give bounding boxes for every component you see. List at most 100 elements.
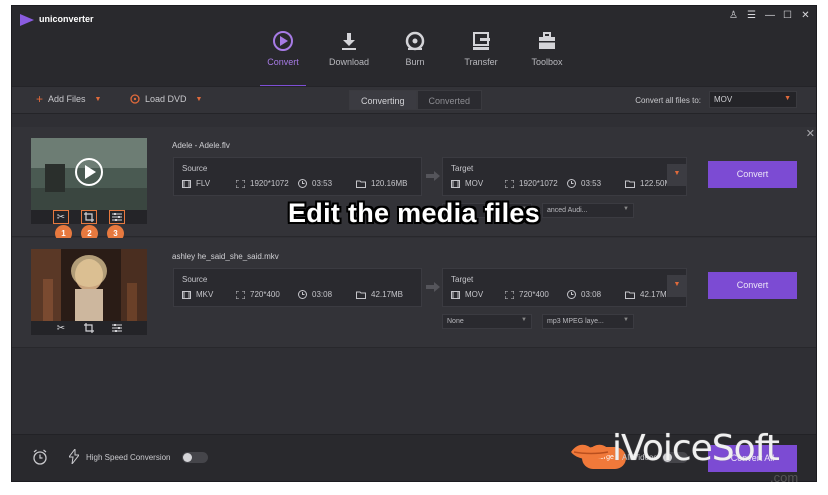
target-format-dropdown[interactable]: ▼: [667, 275, 687, 297]
target-meta: MOV 720*400 03:08 42.17MB: [451, 290, 672, 299]
minimize-button[interactable]: —: [765, 10, 775, 21]
film-icon: [182, 290, 191, 299]
resolution-icon: [236, 179, 245, 188]
source-meta: MKV 720*400 03:08 42.17MB: [182, 290, 403, 299]
chevron-down-icon: ▼: [94, 95, 102, 103]
add-files-label: Add Files: [48, 94, 86, 104]
chevron-down-icon: ▼: [521, 317, 527, 323]
arrow-right-icon: [426, 171, 440, 181]
clock-icon: [567, 290, 576, 299]
sliders-icon: [112, 324, 122, 332]
clock-icon: [567, 179, 576, 188]
download-icon: [342, 33, 356, 50]
app-logo-icon: [20, 14, 34, 26]
edit-tools: ✂: [31, 321, 147, 335]
clock-icon: [298, 290, 307, 299]
convert-button[interactable]: Convert: [708, 272, 797, 299]
high-speed-conversion-label: High Speed Conversion: [86, 453, 171, 462]
subtitle-select[interactable]: None ▼: [442, 314, 532, 329]
source-info: Source FLV 1920*1072 03:53 120.16MB: [173, 157, 422, 196]
target-info[interactable]: Target MOV 1920*1072 03:53 122.50MB: [442, 157, 687, 196]
audio-track-value: mp3 MPEG laye...: [547, 318, 604, 325]
folder-icon: [625, 291, 635, 299]
output-format-select[interactable]: MOV ▼: [709, 91, 797, 108]
maximize-button[interactable]: ☐: [783, 10, 792, 21]
plus-icon: +: [36, 91, 44, 106]
toolbar: + Add Files ▼ Load DVD ▼ Converting Conv…: [12, 86, 816, 114]
app-window: uniconverter ♙ ☰ — ☐ ✕ Convert Download …: [11, 5, 817, 482]
tab-toolbox[interactable]: Toolbox: [514, 26, 580, 86]
folder-icon: [356, 180, 366, 188]
source-label: Source: [182, 164, 208, 173]
tab-converting[interactable]: Converting: [349, 90, 417, 110]
tab-transfer-label: Transfer: [464, 57, 498, 67]
load-dvd-label: Load DVD: [145, 94, 187, 104]
tab-burn[interactable]: Burn: [382, 26, 448, 86]
target-duration: 03:53: [581, 179, 602, 188]
source-size: 120.16MB: [371, 179, 408, 188]
source-resolution: 1920*1072: [250, 179, 289, 188]
overlay-caption: Edit the media files: [287, 198, 541, 228]
tab-convert[interactable]: Convert: [250, 26, 316, 87]
target-duration: 03:08: [581, 290, 602, 299]
lips-logo-icon: [571, 444, 611, 460]
audio-track-select[interactable]: mp3 MPEG laye... ▼: [542, 314, 634, 329]
trim-button[interactable]: ✂: [53, 321, 69, 335]
folder-icon: [625, 180, 635, 188]
chevron-down-icon: ▼: [623, 317, 629, 323]
resolution-icon: [236, 290, 245, 299]
film-icon: [182, 179, 191, 188]
tab-download-label: Download: [328, 57, 370, 67]
folder-icon: [356, 291, 366, 299]
source-duration: 03:08: [312, 290, 333, 299]
convert-all-label: Convert all files to:: [635, 96, 701, 105]
convert-button[interactable]: Convert: [708, 161, 797, 188]
window-controls: ♙ ☰ — ☐ ✕: [729, 10, 810, 21]
source-format: MKV: [196, 290, 214, 299]
add-files-button[interactable]: + Add Files ▼: [36, 91, 102, 106]
tab-download[interactable]: Download: [316, 26, 382, 86]
tab-converted[interactable]: Converted: [416, 90, 483, 110]
app-name: uniconverter: [39, 14, 94, 24]
chevron-down-icon: ▼: [673, 281, 681, 288]
toolbox-icon: [539, 32, 555, 49]
menu-icon[interactable]: ☰: [747, 10, 756, 21]
convert-icon: [273, 31, 293, 51]
crop-button[interactable]: [81, 321, 97, 335]
main-nav: Convert Download Burn Transfer Toolbox: [250, 26, 580, 87]
source-format: FLV: [196, 179, 211, 188]
film-icon: [451, 290, 460, 299]
account-icon[interactable]: ♙: [729, 10, 738, 21]
arrow-right-icon: [426, 282, 440, 292]
file-name: Adele - Adele.flv: [172, 141, 230, 150]
close-icon[interactable]: ✕: [806, 127, 815, 140]
alarm-clock-icon[interactable]: [32, 449, 48, 465]
high-speed-toggle[interactable]: [182, 452, 208, 463]
source-duration: 03:53: [312, 179, 333, 188]
effects-button[interactable]: [109, 321, 125, 335]
resolution-icon: [505, 290, 514, 299]
title-bar: uniconverter ♙ ☰ — ☐ ✕ Convert Download …: [12, 6, 816, 87]
film-icon: [451, 179, 460, 188]
target-format-dropdown[interactable]: ▼: [667, 164, 687, 186]
chevron-down-icon: ▼: [784, 95, 791, 102]
subtitle-value: None: [447, 318, 464, 325]
watermark-suffix: .com: [770, 470, 799, 485]
target-format: MOV: [465, 179, 484, 188]
close-button[interactable]: ✕: [801, 10, 810, 21]
target-label: Target: [451, 164, 474, 173]
load-dvd-button[interactable]: Load DVD ▼: [130, 94, 202, 104]
tab-toolbox-label: Toolbox: [531, 57, 563, 67]
crop-icon: [84, 323, 94, 333]
source-label: Source: [182, 275, 208, 284]
chevron-down-icon: ▼: [195, 95, 203, 103]
thumbnail-image: [31, 249, 147, 321]
source-info: Source MKV 720*400 03:08 42.17MB: [173, 268, 422, 307]
video-thumbnail[interactable]: [31, 249, 147, 321]
tab-transfer[interactable]: Transfer: [448, 26, 514, 86]
dvd-icon: [130, 94, 140, 104]
target-info[interactable]: Target MOV 720*400 03:08 42.17MB: [442, 268, 687, 307]
tab-convert-label: Convert: [267, 57, 299, 67]
status-tabs: Converting Converted: [349, 90, 483, 110]
clock-icon: [298, 179, 307, 188]
